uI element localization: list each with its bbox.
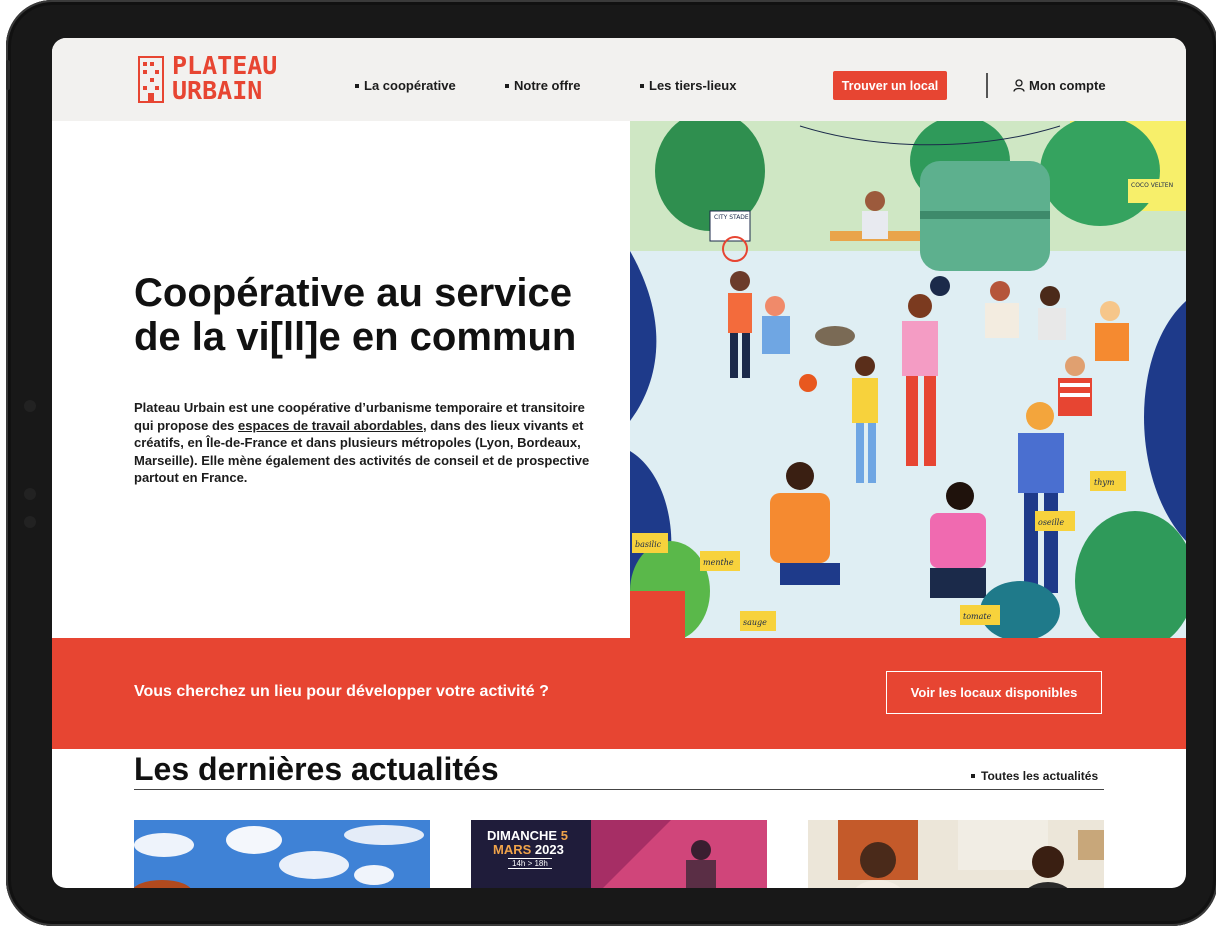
device-sensor xyxy=(24,516,36,528)
sign-sauge: sauge xyxy=(743,618,767,627)
tablet-frame: PLATEAU URBAIN La coopérative Notre offr… xyxy=(6,0,1216,926)
event-weekday: DIMANCHE xyxy=(487,828,558,843)
news-card[interactable] xyxy=(134,820,430,888)
event-day-number: 5 xyxy=(560,828,568,843)
sign-oseille: oseille xyxy=(1038,518,1064,527)
sign-basilic: basilic xyxy=(635,540,662,549)
nav-label: Notre offre xyxy=(514,78,581,93)
nav-label: Les tiers-lieux xyxy=(649,78,737,93)
nav-item-cooperative[interactable]: La coopérative xyxy=(355,78,456,93)
device-sensor xyxy=(24,488,36,500)
event-month-name: MARS xyxy=(493,842,532,857)
news-divider xyxy=(134,789,1104,790)
news-card-image xyxy=(134,820,430,888)
event-month: MARS 2023 xyxy=(493,843,564,857)
event-hours: 14h > 18h xyxy=(508,858,552,869)
news-card-image xyxy=(808,820,1104,888)
community-illustration: CITY STADE COCO VELTEN basilic menthe sa… xyxy=(630,121,1186,638)
sign-city-stade: CITY STADE xyxy=(714,214,749,221)
event-year: 2023 xyxy=(534,842,564,857)
hero-title: Coopérative au service de la vi[ll]e en … xyxy=(134,271,577,359)
nav-item-tiers-lieux[interactable]: Les tiers-lieux xyxy=(640,78,736,93)
bullet-square-icon xyxy=(505,83,509,88)
sign-menthe: menthe xyxy=(703,558,734,567)
volume-button xyxy=(6,60,10,90)
news-card-event[interactable]: DIMANCHE 5 MARS 2023 14h > 18h xyxy=(471,820,767,888)
sign-coco: COCO VELTEN xyxy=(1131,182,1173,189)
header-divider xyxy=(986,73,988,98)
find-space-button[interactable]: Trouver un local xyxy=(833,71,947,100)
logo-mark-icon xyxy=(138,56,164,103)
event-day: DIMANCHE 5 xyxy=(487,829,568,843)
nav-item-offre[interactable]: Notre offre xyxy=(505,78,580,93)
cta-band: Vous cherchez un lieu pour développer vo… xyxy=(52,638,1186,749)
hero-intro: Plateau Urbain est une coopérative d’urb… xyxy=(134,399,592,487)
available-spaces-button[interactable]: Voir les locaux disponibles xyxy=(886,671,1102,714)
hero-section xyxy=(52,121,630,638)
account-link[interactable]: Mon compte xyxy=(1013,78,1106,93)
news-section-title: Les dernières actualités xyxy=(134,751,499,787)
logo-line-1: PLATEAU xyxy=(172,51,278,80)
logo-wordmark: PLATEAU URBAIN xyxy=(172,53,277,103)
cta-text: Vous cherchez un lieu pour développer vo… xyxy=(134,683,549,700)
all-news-label: Toutes les actualités xyxy=(981,769,1099,783)
account-label: Mon compte xyxy=(1029,78,1106,93)
hero-illustration: CITY STADE COCO VELTEN basilic menthe sa… xyxy=(630,121,1186,638)
bullet-square-icon xyxy=(971,773,975,778)
site-logo[interactable]: PLATEAU URBAIN xyxy=(138,53,277,105)
nav-label: La coopérative xyxy=(364,78,456,93)
news-card[interactable] xyxy=(808,820,1104,888)
device-sensor xyxy=(24,400,36,412)
sign-tomate: tomate xyxy=(963,612,992,621)
site-header: PLATEAU URBAIN La coopérative Notre offr… xyxy=(52,38,1186,121)
user-icon xyxy=(1013,79,1025,92)
bullet-square-icon xyxy=(640,83,644,88)
affordable-spaces-link[interactable]: espaces de travail abordables xyxy=(238,418,423,433)
sign-thym: thym xyxy=(1094,478,1115,487)
browser-screen: PLATEAU URBAIN La coopérative Notre offr… xyxy=(52,38,1186,888)
all-news-link[interactable]: Toutes les actualités xyxy=(971,769,1098,783)
logo-line-2: URBAIN xyxy=(172,76,263,105)
bullet-square-icon xyxy=(355,83,359,88)
